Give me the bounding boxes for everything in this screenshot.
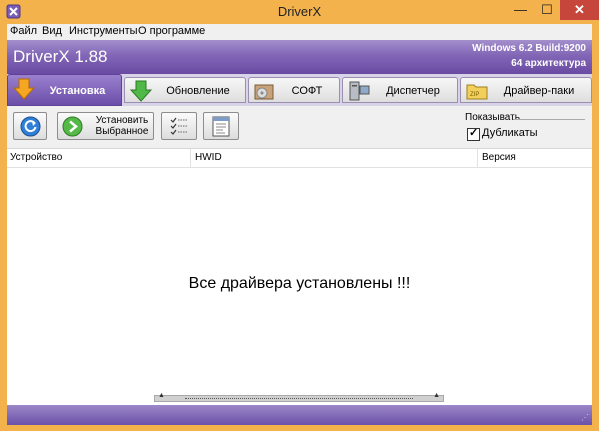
maximize-button[interactable]: ☐ (534, 0, 560, 20)
menu-item-about[interactable]: О программе (138, 25, 205, 37)
duplicates-label[interactable]: Дубликаты (482, 127, 538, 139)
duplicates-checkbox[interactable]: ✓ (467, 127, 480, 141)
status-message: Все драйвера установлены !!! (188, 275, 411, 292)
column-divider[interactable] (190, 149, 191, 167)
menu-item-tools[interactable]: Инструменты (69, 25, 138, 37)
title-bar[interactable]: DriverX — ☐ ✕ (0, 0, 599, 24)
tab-install[interactable]: Установка (7, 74, 122, 106)
tab-manager[interactable]: Диспетчер (342, 77, 458, 103)
group-divider (513, 119, 585, 120)
splitter-handle[interactable]: ▲ ▲ (154, 392, 444, 402)
column-version[interactable]: Версия (482, 152, 516, 163)
arch-info: 64 архитектура (511, 58, 586, 69)
report-button[interactable] (203, 112, 239, 140)
toolbar: Установить Выбранное Показывать ✓ Дублик… (7, 106, 592, 149)
app-title: DriverX 1.88 (13, 47, 108, 66)
column-device[interactable]: Устройство (10, 152, 62, 163)
main-content: Установить Выбранное Показывать ✓ Дублик… (7, 106, 592, 405)
tab-strip: Установка Обновление СОФТ Диспетчер ZIP … (7, 74, 592, 106)
tab-driver-packs[interactable]: ZIP Драйвер-паки (460, 77, 592, 103)
tab-soft[interactable]: СОФТ (248, 77, 340, 103)
os-info: Windows 6.2 Build:9200 (472, 43, 586, 54)
select-list-button[interactable] (161, 112, 197, 140)
menu-item-file[interactable]: Файл (10, 25, 37, 37)
tab-update[interactable]: Обновление (124, 77, 246, 103)
download-arrow-icon (12, 78, 36, 100)
show-group-label: Показывать (465, 112, 520, 123)
app-window: DriverX — ☐ ✕ Файл Вид Инструменты О про… (0, 0, 599, 431)
play-arrow-icon (62, 116, 83, 137)
splitter-grip (185, 398, 413, 399)
refresh-button[interactable] (13, 112, 47, 140)
column-hwid[interactable]: HWID (195, 152, 222, 163)
list-header: Устройство HWID Версия (7, 149, 592, 168)
menu-item-view[interactable]: Вид (42, 25, 62, 37)
minimize-button[interactable]: — (507, 0, 534, 20)
column-divider[interactable] (477, 149, 478, 167)
zip-folder-icon: ZIP (466, 84, 488, 100)
driver-list[interactable]: Все драйвера установлены !!! (7, 168, 592, 391)
install-selected-label: Установить Выбранное (95, 115, 149, 137)
computer-icon (349, 81, 370, 101)
close-button[interactable]: ✕ (560, 0, 599, 20)
show-group: Показывать ✓ Дубликаты (463, 112, 587, 142)
tab-soft-label: СОФТ (291, 85, 323, 97)
status-bar: ⋰ (7, 405, 592, 425)
svg-text:ZIP: ZIP (470, 92, 479, 98)
refresh-icon (20, 116, 41, 137)
tab-update-label: Обновление (166, 85, 230, 97)
app-banner: DriverX 1.88 Windows 6.2 Build:9200 64 а… (7, 40, 592, 74)
checklist-icon (170, 117, 188, 135)
collapse-up-icon[interactable]: ▲ (158, 392, 165, 399)
resize-grip-icon[interactable]: ⋰ (581, 413, 589, 422)
menu-bar: Файл Вид Инструменты О программе (7, 24, 592, 40)
green-arrow-icon (129, 80, 153, 102)
tab-manager-label: Диспетчер (386, 85, 440, 97)
checkmark-icon: ✓ (469, 127, 479, 139)
install-selected-button[interactable]: Установить Выбранное (57, 112, 154, 140)
document-icon (212, 116, 230, 137)
tab-driver-packs-label: Драйвер-паки (503, 85, 575, 97)
tab-install-label: Установка (49, 85, 106, 97)
software-box-icon (254, 84, 274, 100)
expand-down-icon[interactable]: ▲ (433, 392, 440, 399)
